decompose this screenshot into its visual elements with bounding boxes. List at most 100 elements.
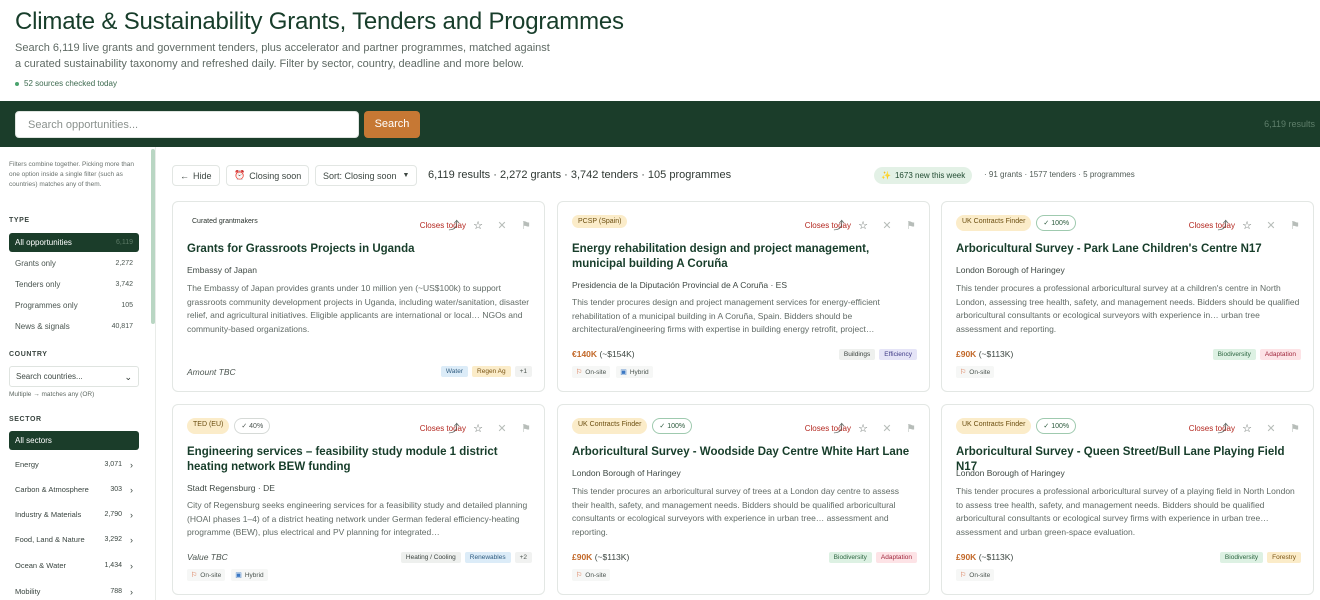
sector-mobility[interactable]: Mobility 788 › <box>9 582 139 600</box>
tag[interactable]: Forestry <box>1267 552 1301 563</box>
search-input[interactable]: Search opportunities... <box>15 111 359 138</box>
chevron-right-icon[interactable]: › <box>130 587 133 597</box>
opportunity-title[interactable]: Arboricultural Survey - Woodside Day Cen… <box>572 445 917 460</box>
share-icon[interactable]: ⤴ <box>448 420 460 436</box>
sort-select[interactable]: Sort: Closing soon ▼ <box>315 165 418 186</box>
sector-count: 3,071 <box>104 461 122 468</box>
search-button[interactable]: Search <box>364 111 420 138</box>
flag-icon[interactable]: ⚑ <box>905 422 917 435</box>
type-count: 6,119 <box>116 239 133 246</box>
sector-label: Industry & Materials <box>15 510 82 519</box>
description-text: The Embassy of Japan provides grants und… <box>187 283 530 320</box>
share-icon[interactable]: ⤴ <box>1217 420 1229 436</box>
amount-value: £90K <box>572 552 593 562</box>
sidebar-scrollbar[interactable] <box>151 149 155 324</box>
share-icon[interactable]: ⤴ <box>448 217 460 233</box>
star-icon[interactable]: ☆ <box>857 422 869 435</box>
tag[interactable]: Efficiency <box>879 349 917 360</box>
opportunity-card[interactable]: UK Contracts Finder ✓ 100% Closes today … <box>941 201 1314 392</box>
share-icon[interactable]: ⤴ <box>833 217 845 233</box>
more-tags[interactable]: +1 <box>514 366 532 377</box>
source-badge: Curated grantmakers <box>187 215 264 228</box>
work-mode-label: On-site <box>200 571 222 579</box>
sector-label: Energy <box>15 460 39 469</box>
star-icon[interactable]: ☆ <box>472 219 484 232</box>
share-icon[interactable]: ⤴ <box>833 420 845 436</box>
share-icon[interactable]: ⤴ <box>1217 217 1229 233</box>
tag[interactable]: Heating / Cooling <box>400 552 461 563</box>
source-badge: UK Contracts Finder <box>956 215 1032 231</box>
sector-industry[interactable]: Industry & Materials 2,790 › <box>9 505 139 524</box>
flag-icon[interactable]: ⚑ <box>1289 422 1301 435</box>
type-tenders-only[interactable]: Tenders only 3,742 <box>9 275 139 294</box>
sector-food-land[interactable]: Food, Land & Nature 3,292 › <box>9 530 139 549</box>
work-mode: ⚐ On-site <box>956 569 995 581</box>
tag[interactable]: Buildings <box>838 349 876 360</box>
chevron-right-icon[interactable]: › <box>130 485 133 495</box>
sector-all[interactable]: All sectors <box>9 431 139 450</box>
type-label: Programmes only <box>15 301 78 310</box>
new-this-week-badge[interactable]: ✨ 1673 new this week <box>874 167 973 184</box>
opportunity-card[interactable]: UK Contracts Finder ✓ 100% Closes today … <box>941 404 1314 595</box>
sector-label: Carbon & Atmosphere <box>15 485 89 494</box>
sector-energy[interactable]: Energy 3,071 › <box>9 455 139 474</box>
flag-icon[interactable]: ⚑ <box>520 219 532 232</box>
dismiss-icon[interactable]: ✕ <box>496 219 508 232</box>
amount-value: £90K <box>956 552 977 562</box>
flag-icon[interactable]: ⚑ <box>520 422 532 435</box>
opportunity-title[interactable]: Arboricultural Survey - Park Lane Childr… <box>956 242 1301 257</box>
star-icon[interactable]: ☆ <box>472 422 484 435</box>
tag[interactable]: Renewables <box>464 552 511 563</box>
opportunity-title[interactable]: Grants for Grassroots Projects in Uganda <box>187 242 532 257</box>
work-mode: ▣ Hybrid <box>616 366 653 378</box>
opportunity-card[interactable]: Curated grantmakers Closes today ⤴ ☆ ✕ ⚑… <box>172 201 545 392</box>
hide-filters-button[interactable]: ← Hide <box>172 165 220 186</box>
opportunity-card[interactable]: UK Contracts Finder ✓ 100% Closes today … <box>557 404 930 595</box>
type-all-opportunities[interactable]: All opportunities 6,119 <box>9 233 139 252</box>
pin-icon: ⚐ <box>576 572 583 579</box>
tag[interactable]: Biodiversity <box>828 552 872 563</box>
chevron-right-icon[interactable]: › <box>130 561 133 571</box>
source-badge: UK Contracts Finder <box>572 418 648 434</box>
dismiss-icon[interactable]: ✕ <box>496 422 508 435</box>
flag-icon[interactable]: ⚑ <box>905 219 917 232</box>
star-icon[interactable]: ☆ <box>857 219 869 232</box>
tag[interactable]: Adaptation <box>1259 349 1301 360</box>
description: This tender procures a professional arbo… <box>956 282 1301 336</box>
hide-label: Hide <box>193 170 212 181</box>
page-title: Climate & Sustainability Grants, Tenders… <box>15 8 624 35</box>
star-icon[interactable]: ☆ <box>1241 219 1253 232</box>
dismiss-icon[interactable]: ✕ <box>1265 219 1277 232</box>
tag[interactable]: Biodiversity <box>1219 552 1264 563</box>
tag[interactable]: Adaptation <box>875 552 917 563</box>
opportunity-card[interactable]: TED (EU) ✓ 40% Closes today ⤴ ☆ ✕ ⚑ Engi… <box>172 404 545 595</box>
star-icon[interactable]: ☆ <box>1241 422 1253 435</box>
more-tags[interactable]: +2 <box>514 552 532 563</box>
caret-down-icon: ▼ <box>402 172 410 179</box>
sparkle-icon: ✨ <box>881 171 891 180</box>
sector-ocean-water[interactable]: Ocean & Water 1,434 › <box>9 556 139 575</box>
opportunity-card[interactable]: PCSP (Spain) Closes today ⤴ ☆ ✕ ⚑ Energy… <box>557 201 930 392</box>
type-news-signals[interactable]: News & signals 40,817 <box>9 317 139 336</box>
sector-carbon[interactable]: Carbon & Atmosphere 303 › <box>9 480 139 499</box>
dismiss-icon[interactable]: ✕ <box>881 219 893 232</box>
type-grants-only[interactable]: Grants only 2,272 <box>9 254 139 273</box>
opportunity-title[interactable]: Engineering services – feasibility study… <box>187 445 532 475</box>
match-badge: ✓ 100% <box>1036 418 1077 434</box>
opportunity-title[interactable]: Energy rehabilitation design and project… <box>572 242 917 272</box>
sector-label: Food, Land & Nature <box>15 535 85 544</box>
sector-heading: SECTOR <box>9 416 42 423</box>
sector-label: All sectors <box>15 436 52 445</box>
dismiss-icon[interactable]: ✕ <box>881 422 893 435</box>
dismiss-icon[interactable]: ✕ <box>1265 422 1277 435</box>
chevron-right-icon[interactable]: › <box>130 510 133 520</box>
tag[interactable]: Regen Ag <box>472 366 511 377</box>
chevron-right-icon[interactable]: › <box>130 460 133 470</box>
closing-soon-button[interactable]: ⏰ Closing soon <box>226 165 310 186</box>
country-select[interactable]: Search countries... ⌄ <box>9 366 139 387</box>
type-programmes-only[interactable]: Programmes only 105 <box>9 296 139 315</box>
tag[interactable]: Biodiversity <box>1212 349 1256 360</box>
flag-icon[interactable]: ⚑ <box>1289 219 1301 232</box>
chevron-right-icon[interactable]: › <box>130 535 133 545</box>
tag[interactable]: Water <box>440 366 469 377</box>
